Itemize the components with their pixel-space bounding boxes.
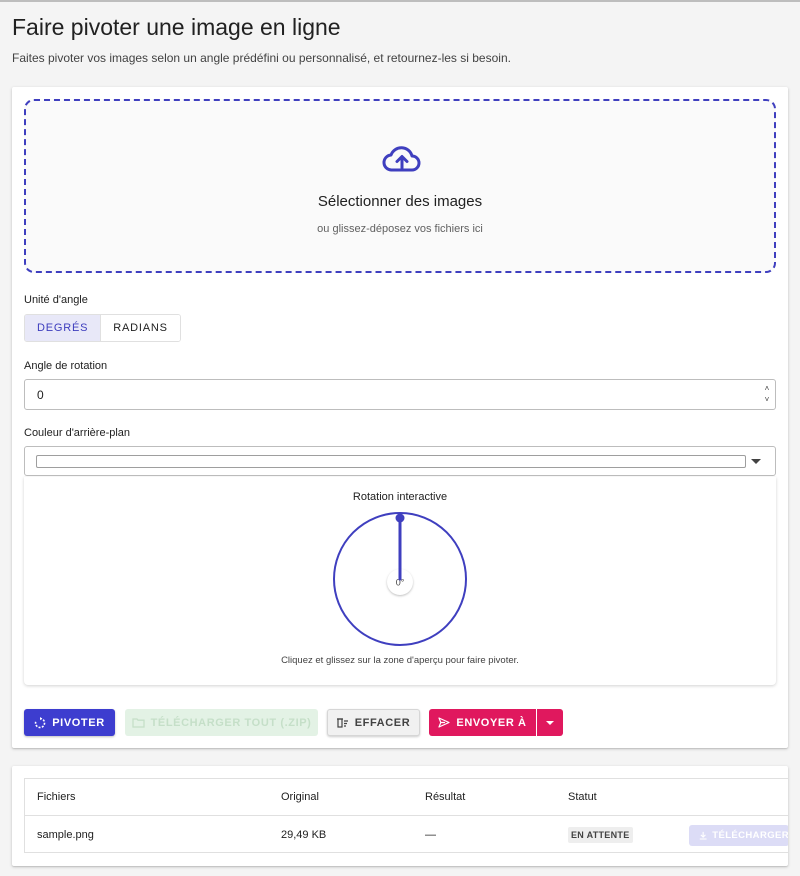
chevron-down-icon [546,720,554,725]
cloud-upload-icon [382,146,421,172]
download-all-zip-button[interactable]: TÉLÉCHARGER TOUT (.ZIP) [125,709,318,736]
step-up-icon[interactable]: ˄ [762,383,772,394]
clear-button-label: EFFACER [354,716,411,729]
rotate-icon [35,716,46,728]
files-table: Fichiers Original Résultat Statut sample… [24,778,788,853]
status-badge: EN ATTENTE [568,827,633,843]
send-to-menu-button[interactable] [537,709,563,736]
interactive-rotation-hint: Cliquez et glissez sur la zone d'aperçu … [281,655,519,666]
rotate-button-label: PIVOTER [52,716,105,729]
toggle-degrees[interactable]: DEGRÉS [25,315,101,341]
rotate-button[interactable]: PIVOTER [24,709,115,736]
rotation-angle-input[interactable]: 0 ˄ ˅ [24,379,776,410]
download-file-button[interactable]: TÉLÉCHARGER [689,824,788,846]
rotation-angle-label: Angle de rotation [24,360,108,372]
interactive-rotation-panel[interactable]: Rotation interactive 0° Cliquez et gliss… [24,477,776,685]
table-header-row: Fichiers Original Résultat Statut [25,779,788,816]
download-icon [699,831,707,840]
file-result: — [425,829,436,841]
page-subtitle: Faites pivoter vos images selon un angle… [12,51,511,65]
angle-unit-label: Unité d'angle [24,294,88,306]
interactive-rotation-title: Rotation interactive [352,491,448,503]
dropzone-subtitle: ou glissez-déposez vos fichiers ici [317,223,483,235]
chevron-down-icon [751,459,761,464]
files-card: Fichiers Original Résultat Statut sample… [12,766,788,866]
download-file-label: TÉLÉCHARGER [712,829,788,841]
page-title: Faire pivoter une image en ligne [12,14,341,40]
file-original-size: 29,49 KB [281,829,327,841]
header-result: Résultat [425,791,466,803]
clear-list-icon [336,718,348,728]
send-to-label: ENVOYER À [456,716,527,729]
angle-unit-toggle: DEGRÉS RADIANS [24,314,181,342]
send-to-button[interactable]: ENVOYER À [429,709,536,736]
background-color-label: Couleur d'arrière-plan [24,427,131,439]
header-files: Fichiers [37,791,76,803]
send-icon [438,717,450,728]
download-all-label: TÉLÉCHARGER TOUT (.ZIP) [150,716,312,729]
header-status: Statut [568,791,597,803]
clear-button[interactable]: EFFACER [327,709,420,736]
image-dropzone[interactable]: Sélectionner des images ou glissez-dépos… [24,99,776,273]
dropzone-title: Sélectionner des images [317,193,483,210]
rotation-dial[interactable]: 0° [330,509,470,649]
toggle-radians[interactable]: RADIANS [100,315,180,341]
table-row: sample.png 29,49 KB — EN ATTENTE TÉLÉCHA… [25,817,788,852]
dial-handle[interactable] [395,513,405,523]
color-swatch [36,455,746,468]
rotation-angle-value: 0 [37,388,44,402]
file-name: sample.png [37,829,94,841]
header-original: Original [281,791,319,803]
rotate-tool-card: Sélectionner des images ou glissez-dépos… [12,87,788,748]
step-down-icon[interactable]: ˅ [762,394,772,405]
angle-stepper[interactable]: ˄ ˅ [762,383,772,406]
background-color-select[interactable] [24,446,776,476]
folder-icon [131,718,145,728]
